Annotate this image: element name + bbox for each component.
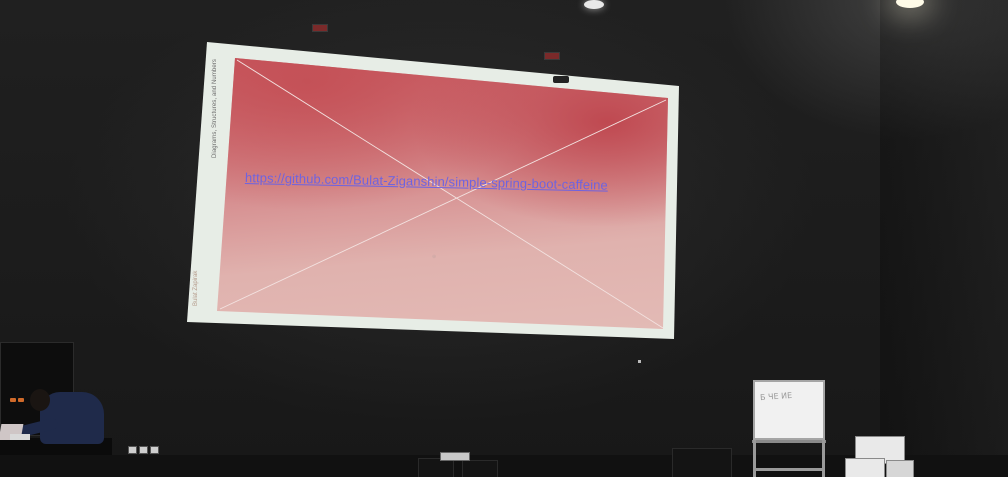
wall-outlet <box>139 446 148 454</box>
slide-author: Bulat Zapirak <box>193 270 199 306</box>
stage-monitor-speaker <box>462 460 498 477</box>
floor-connector-plate <box>440 452 470 461</box>
wall-outlet <box>128 446 137 454</box>
slide-side-caption: Diagrams, Structures, and Numbers <box>212 58 218 158</box>
stage-box <box>672 448 732 477</box>
wall-outlet <box>150 446 159 454</box>
right-wall-panel <box>880 0 1008 477</box>
slide-center-mark: ⊕ <box>432 254 437 260</box>
whiteboard <box>753 380 825 440</box>
cross-line-b <box>219 99 667 310</box>
projector-mount-icon <box>553 76 569 83</box>
whiteboard-tray <box>752 440 826 443</box>
whiteboard-crossbar <box>753 468 825 471</box>
whiteboard-leg <box>753 440 756 477</box>
rack-led <box>10 398 16 402</box>
ceiling-fixture <box>312 24 328 32</box>
wall-socket <box>638 360 641 363</box>
presentation-hall-photo: Diagrams, Structures, and Numbers Bulat … <box>0 0 1008 477</box>
operator-head <box>30 389 50 411</box>
cross-line-a <box>236 59 664 329</box>
ceiling-light-icon <box>584 0 604 9</box>
rack-led <box>18 398 24 402</box>
cardboard-box <box>886 460 914 477</box>
paper-sheet <box>10 434 30 440</box>
whiteboard-leg <box>822 440 825 477</box>
cardboard-box <box>845 458 885 477</box>
